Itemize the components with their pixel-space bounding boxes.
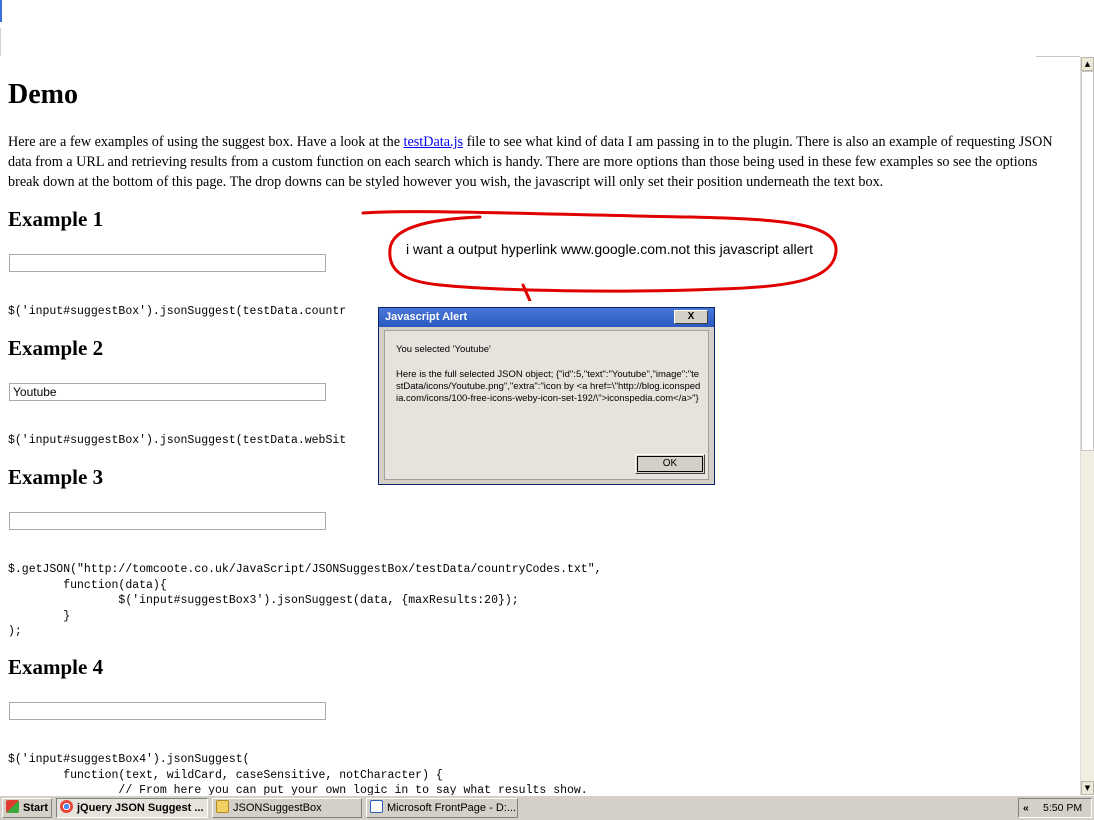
- scroll-up-arrow-icon[interactable]: ▲: [1081, 57, 1094, 71]
- example-3-heading: Example 3: [8, 465, 104, 489]
- window-edge: [0, 28, 1, 56]
- alert-message-line1: You selected 'Youtube': [396, 344, 491, 355]
- top-accent-line: [0, 0, 2, 22]
- folder-icon: [216, 800, 229, 813]
- system-tray: « 5:50 PM: [1018, 798, 1092, 818]
- vertical-scrollbar[interactable]: ▲ ▼: [1080, 57, 1094, 795]
- page-heading: Demo: [8, 79, 78, 110]
- example-2-heading: Example 2: [8, 336, 104, 360]
- annotation-tail: [521, 283, 532, 301]
- windows-taskbar: Start jQuery JSON Suggest ... JSONSugges…: [0, 795, 1094, 820]
- taskbar-button-label: jQuery JSON Suggest ...: [77, 802, 204, 814]
- tray-expand-chevron-icon[interactable]: «: [1023, 799, 1029, 817]
- javascript-alert-dialog: Javascript Alert X You selected 'Youtube…: [378, 307, 715, 485]
- scroll-down-arrow-icon[interactable]: ▼: [1081, 781, 1094, 795]
- annotation-text: i want a output hyperlink www.google.com…: [406, 241, 813, 257]
- testdata-link[interactable]: testData.js: [404, 134, 464, 150]
- browser-top-area: [0, 0, 1094, 57]
- windows-logo-icon: [6, 800, 19, 813]
- scroll-thumb[interactable]: [1081, 71, 1094, 451]
- example-2-code: $('input#suggestBox').jsonSuggest(testDa…: [8, 434, 347, 447]
- alert-title: Javascript Alert: [385, 311, 468, 323]
- suggest-box-3[interactable]: [9, 512, 326, 530]
- suggest-box-1[interactable]: [9, 254, 326, 272]
- example-3-code: $.getJSON("http://tomcoote.co.uk/JavaScr…: [8, 563, 602, 638]
- taskbar-button-folder[interactable]: JSONSuggestBox: [212, 798, 362, 818]
- taskbar-button-frontpage[interactable]: Microsoft FrontPage - D:...: [366, 798, 518, 818]
- example-4-heading: Example 4: [8, 655, 104, 679]
- ok-button[interactable]: OK: [635, 454, 705, 474]
- alert-message-json: Here is the full selected JSON object; {…: [396, 369, 701, 404]
- intro-paragraph: Here are a few examples of using the sug…: [8, 132, 1070, 192]
- clock: 5:50 PM: [1043, 802, 1083, 814]
- chrome-icon: [60, 800, 73, 813]
- alert-title-bar: Javascript Alert X: [379, 308, 714, 327]
- taskbar-button-label: JSONSuggestBox: [233, 802, 322, 814]
- example-1-code: $('input#suggestBox').jsonSuggest(testDa…: [8, 305, 347, 318]
- frontpage-icon: [370, 800, 383, 813]
- example-4-code: $('input#suggestBox4').jsonSuggest( func…: [8, 753, 588, 795]
- taskbar-button-label: Microsoft FrontPage - D:...: [387, 802, 516, 814]
- start-button[interactable]: Start: [2, 798, 52, 818]
- suggest-box-2[interactable]: Youtube: [9, 383, 326, 401]
- intro-text-start: Here are a few examples of using the sug…: [8, 134, 404, 150]
- example-1-heading: Example 1: [8, 207, 104, 231]
- start-label: Start: [23, 802, 49, 814]
- close-button[interactable]: X: [674, 310, 708, 324]
- alert-body: You selected 'Youtube' Here is the full …: [384, 330, 709, 480]
- taskbar-button-browser[interactable]: jQuery JSON Suggest ...: [56, 798, 208, 818]
- suggest-box-4[interactable]: [9, 702, 326, 720]
